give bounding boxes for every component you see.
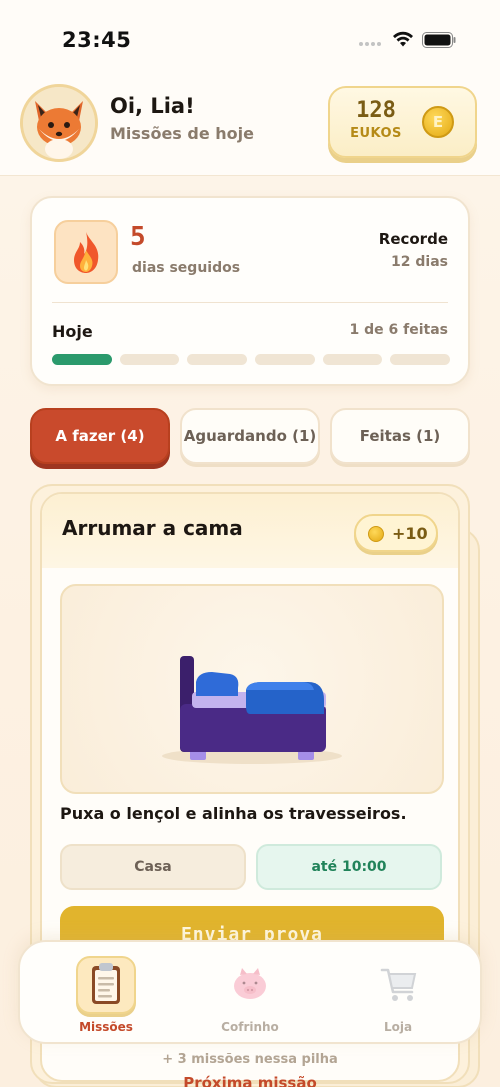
battery-icon bbox=[422, 32, 456, 48]
mission-location-chip: Casa bbox=[60, 844, 246, 890]
status-bar: 23:45 bbox=[0, 0, 500, 80]
progress-segment bbox=[390, 354, 450, 365]
mission-title: Arrumar a cama bbox=[62, 516, 243, 540]
mission-reward: +10 bbox=[354, 514, 438, 552]
nav-item-loja[interactable]: Loja bbox=[338, 952, 458, 1040]
coin-label: EUKOS bbox=[350, 126, 402, 141]
today-title: Hoje bbox=[52, 322, 93, 341]
clipboard-icon bbox=[92, 963, 120, 1004]
bed-icon bbox=[162, 656, 342, 764]
progress-segment-done bbox=[52, 354, 112, 365]
streak-days-count: 5 bbox=[130, 222, 146, 252]
progress-segment bbox=[187, 354, 247, 365]
nav-label: Loja bbox=[383, 1020, 413, 1034]
mission-reward-value: +10 bbox=[392, 524, 428, 543]
tab-feitas[interactable]: Feitas (1) bbox=[330, 408, 470, 464]
nav-item-cofrinho[interactable]: Cofrinho bbox=[190, 952, 310, 1040]
mission-description: Puxa o lençol e alinha os travesseiros. bbox=[60, 804, 407, 823]
coin-icon bbox=[368, 526, 384, 542]
today-progress-bar bbox=[52, 354, 450, 366]
nav-icon-box bbox=[220, 956, 280, 1014]
greeting-subtitle: Missões de hoje bbox=[110, 124, 254, 143]
app-header: Oi, Lia! Missões de hoje 128 EUKOS E bbox=[0, 80, 500, 176]
status-time: 23:45 bbox=[62, 28, 132, 52]
mission-illustration bbox=[60, 584, 444, 794]
fire-icon bbox=[54, 220, 118, 284]
fox-avatar-icon bbox=[23, 87, 95, 159]
coin-balance[interactable]: 128 EUKOS E bbox=[328, 86, 477, 158]
record-value: 12 dias bbox=[391, 254, 448, 270]
divider bbox=[52, 302, 448, 303]
progress-segment bbox=[322, 354, 383, 365]
nav-item-missoes[interactable]: Missões bbox=[46, 952, 166, 1040]
nav-label: Cofrinho bbox=[221, 1020, 279, 1034]
nav-icon-box bbox=[76, 956, 136, 1014]
coin-icon: E bbox=[422, 106, 454, 138]
avatar[interactable] bbox=[20, 84, 98, 162]
streak-days-label: dias seguidos bbox=[132, 260, 241, 276]
record-title: Recorde bbox=[378, 230, 448, 248]
nav-label: Missões bbox=[79, 1020, 133, 1034]
streak-card: 5 dias seguidos Recorde 12 dias Hoje 1 d… bbox=[30, 196, 470, 386]
greeting-title: Oi, Lia! bbox=[110, 94, 195, 118]
tab-a-fazer[interactable]: A fazer (4) bbox=[30, 408, 170, 464]
nav-icon-box bbox=[368, 956, 428, 1014]
progress-segment bbox=[255, 354, 315, 365]
piggy-bank-icon bbox=[234, 968, 266, 999]
mission-due-chip: até 10:00 bbox=[256, 844, 442, 890]
today-progress-text: 1 de 6 feitas bbox=[349, 322, 448, 338]
wifi-icon bbox=[393, 31, 413, 47]
next-mission-link[interactable]: Próxima missão bbox=[0, 1074, 500, 1087]
mission-header: Arrumar a cama +10 bbox=[42, 494, 458, 568]
progress-segment bbox=[119, 354, 180, 365]
stack-remaining-text: + 3 missões nessa pilha bbox=[162, 1052, 338, 1067]
bottom-nav: Missões Cofrinho Loja bbox=[18, 940, 482, 1044]
cart-icon bbox=[380, 968, 417, 1001]
tab-aguardando[interactable]: Aguardando (1) bbox=[180, 408, 320, 464]
cellular-signal-icon bbox=[359, 40, 383, 48]
coin-count: 128 bbox=[356, 98, 396, 123]
